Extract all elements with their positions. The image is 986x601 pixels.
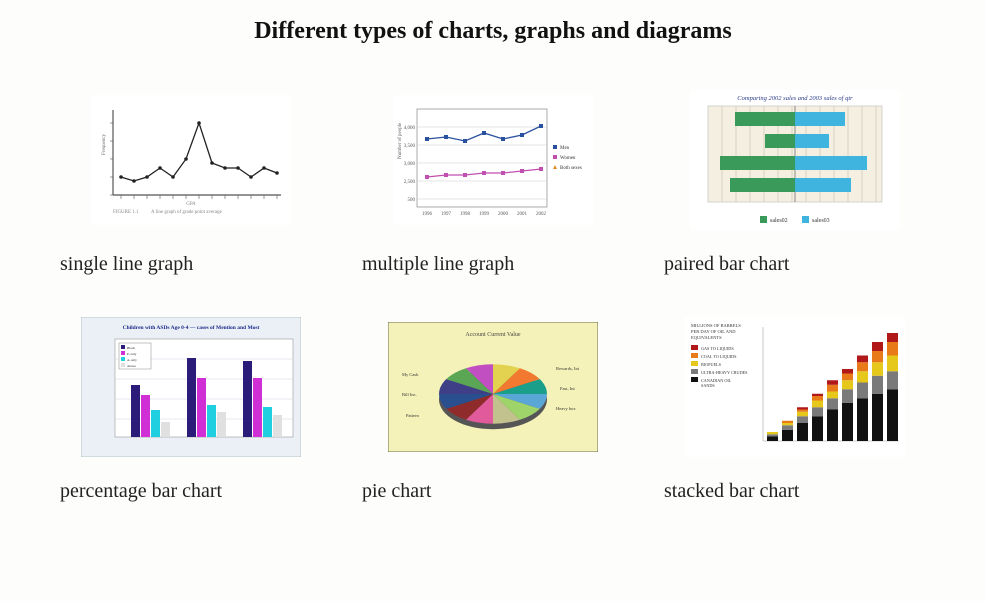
cell-stacked-bar: MILLIONS OF BARRELS PER DAY OF OIL AND E… (664, 312, 926, 503)
caption-pie: pie chart (362, 480, 624, 503)
svg-text:My Cash: My Cash (402, 372, 419, 377)
thumb-pie: Account Current Value (362, 312, 624, 462)
caption-paired-bar: paired bar chart (664, 253, 926, 276)
svg-text:Bill Inc.: Bill Inc. (402, 392, 417, 397)
chart-single-line: Frequency FIGURE 1.1 A line graph of gra… (91, 95, 291, 225)
svg-text:Women: Women (560, 156, 576, 161)
page-title: Different types of charts, graphs and di… (60, 18, 926, 45)
svg-text:Account Current Value: Account Current Value (465, 332, 521, 338)
svg-text:2,500: 2,500 (404, 180, 416, 185)
svg-text:Comparing 2002 sales and 2003: Comparing 2002 sales and 2003 sales of q… (737, 95, 853, 102)
svg-text:1996: 1996 (422, 212, 433, 217)
svg-text:500: 500 (408, 198, 416, 203)
svg-text:1999: 1999 (479, 212, 490, 217)
svg-text:SANDS: SANDS (701, 383, 715, 388)
svg-text:3,000: 3,000 (404, 162, 416, 167)
svg-text:4,000: 4,000 (404, 126, 416, 131)
thumb-multiple-line: Men Women Both sexes 4,000 3,500 3,000 2,5… (362, 85, 624, 235)
chart-multiple-line: Men Women Both sexes 4,000 3,500 3,000 2,5… (393, 95, 593, 225)
svg-text:Black: Black (127, 346, 135, 350)
thumb-single-line: Frequency FIGURE 1.1 A line graph of gra… (60, 85, 322, 235)
svg-text:3,500: 3,500 (404, 144, 416, 149)
svg-text:P-only: P-only (127, 352, 137, 356)
svg-text:BIOFUELS: BIOFUELS (701, 362, 722, 367)
svg-text:A line graph of grade point av: A line graph of grade point average (151, 210, 223, 215)
svg-text:ULTRA-HEAVY CRUDES: ULTRA-HEAVY CRUDES (701, 370, 748, 375)
svg-text:sales03: sales03 (812, 218, 830, 224)
svg-text:Abuse: Abuse (127, 364, 136, 368)
thumb-paired-bar: Comparing 2002 sales and 2003 sales of q… (664, 85, 926, 235)
cell-paired-bar: Comparing 2002 sales and 2003 sales of q… (664, 85, 926, 276)
caption-percentage-bar: percentage bar chart (60, 480, 322, 503)
svg-text:Both sexes: Both sexes (560, 166, 582, 171)
thumb-stacked-bar: MILLIONS OF BARRELS PER DAY OF OIL AND E… (664, 312, 926, 462)
svg-text:COAL TO LIQUIDS: COAL TO LIQUIDS (701, 354, 737, 359)
svg-text:Number of people: Number of people (398, 122, 403, 159)
svg-text:Men: Men (560, 146, 570, 151)
cell-pie: Account Current Value (362, 312, 624, 503)
caption-multiple-line: multiple line graph (362, 253, 624, 276)
svg-text:Heavy box: Heavy box (556, 406, 576, 411)
caption-stacked-bar: stacked bar chart (664, 480, 926, 503)
chart-grid: Frequency FIGURE 1.1 A line graph of gra… (60, 85, 926, 503)
caption-single-line: single line graph (60, 253, 322, 276)
svg-text:A-only: A-only (127, 358, 137, 362)
chart-pie: Account Current Value (388, 322, 598, 452)
svg-text:MILLIONS OF BARRELS: MILLIONS OF BARRELS (691, 323, 741, 328)
svg-text:GAS TO LIQUIDS: GAS TO LIQUIDS (701, 346, 734, 351)
thumb-percentage-bar: Children with ASDs Age 0-4 — cases of Me… (60, 312, 322, 462)
cell-percentage-bar: Children with ASDs Age 0-4 — cases of Me… (60, 312, 322, 503)
svg-text:Pattern: Pattern (406, 413, 419, 418)
chart-paired-bar: Comparing 2002 sales and 2003 sales of q… (690, 90, 900, 230)
svg-text:GPA: GPA (186, 202, 196, 207)
chart-stacked-bar: MILLIONS OF BARRELS PER DAY OF OIL AND E… (685, 317, 905, 457)
cell-single-line: Frequency FIGURE 1.1 A line graph of gra… (60, 85, 322, 276)
svg-text:EQUIVALENTS: EQUIVALENTS (691, 335, 722, 340)
cell-multiple-line: Men Women Both sexes 4,000 3,500 3,000 2,5… (362, 85, 624, 276)
chart-percentage-bar: Children with ASDs Age 0-4 — cases of Me… (81, 317, 301, 457)
svg-text:Children with ASDs Age 0-4 — c: Children with ASDs Age 0-4 — cases of Me… (123, 325, 260, 331)
svg-text:1997: 1997 (441, 212, 452, 217)
svg-text:sales02: sales02 (770, 218, 788, 224)
svg-text:2000: 2000 (498, 212, 509, 217)
svg-text:2002: 2002 (536, 212, 547, 217)
svg-text:FIGURE 1.1: FIGURE 1.1 (113, 210, 139, 215)
svg-text:2001: 2001 (517, 212, 528, 217)
svg-text:PER DAY OF OIL AND: PER DAY OF OIL AND (691, 329, 736, 334)
svg-text:1998: 1998 (460, 212, 471, 217)
svg-text:Frequency: Frequency (102, 133, 107, 155)
